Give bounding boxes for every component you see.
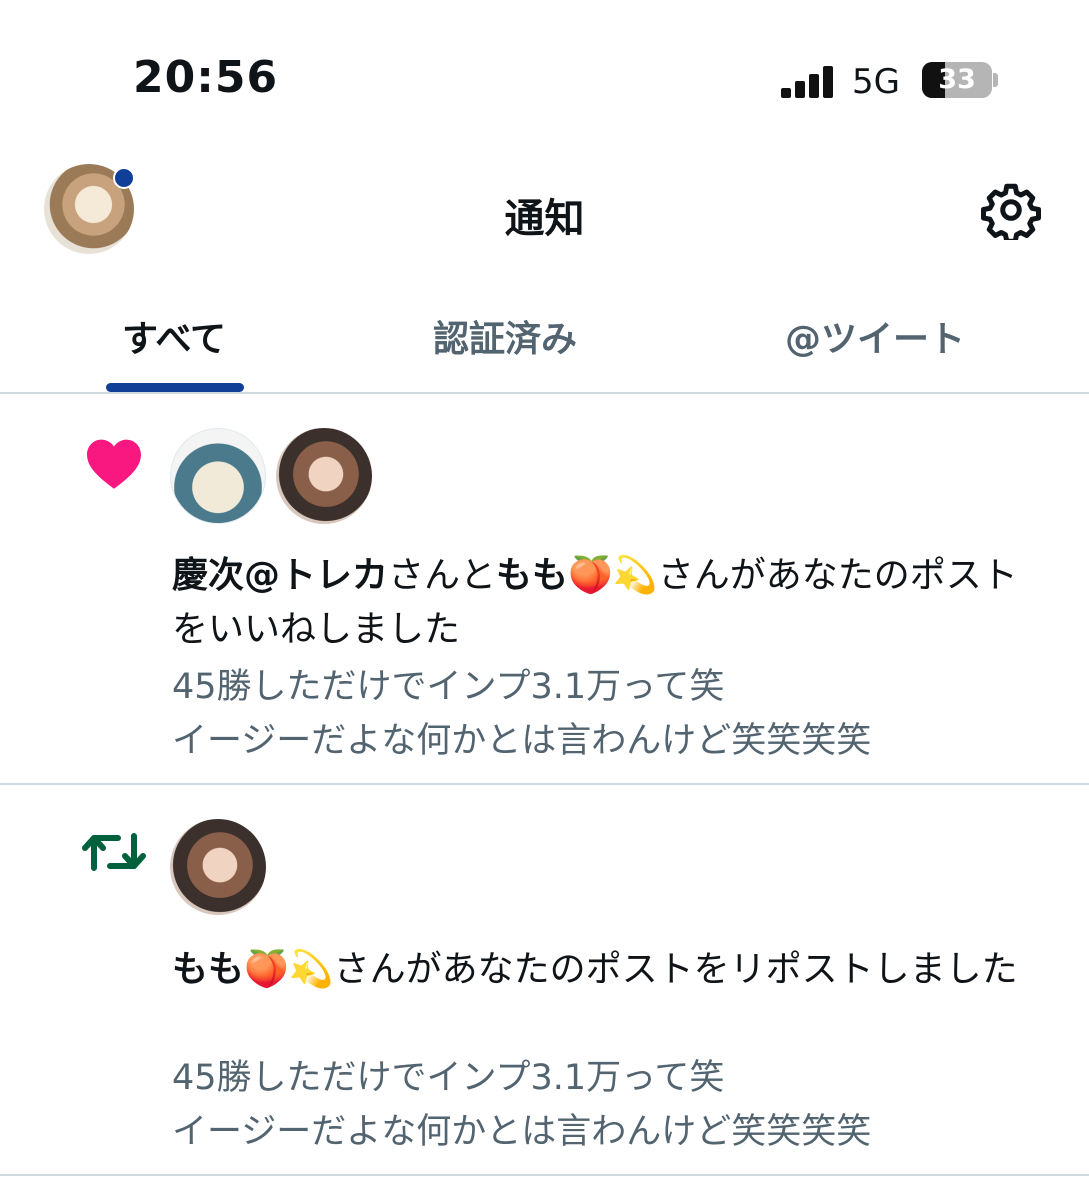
signal-strength-icon xyxy=(781,66,835,98)
status-time: 20:56 xyxy=(133,52,279,103)
notification-connector: さんと xyxy=(388,555,497,596)
post-preview[interactable]: 45勝しただけでインプ3.1万って笑 イージーだよな何かとは言わんけど笑笑笑笑 xyxy=(172,660,1052,768)
user-name[interactable]: 慶次@トレカ xyxy=(172,555,388,596)
tab-all[interactable]: すべて xyxy=(104,310,244,362)
notification-text: もも🍑💫さんがあなたのポストをリポストしました xyxy=(172,943,1052,997)
avatar[interactable] xyxy=(276,428,372,524)
post-line: イージーだよな何かとは言わんけど笑笑笑笑 xyxy=(172,1112,872,1152)
post-line: 45勝しただけでインプ3.1万って笑 xyxy=(172,1058,725,1098)
notification-text: 慶次@トレカさんともも🍑💫さんがあなたのポストをいいねしました xyxy=(172,549,1052,657)
user-name[interactable]: もも🍑💫 xyxy=(172,949,334,990)
divider xyxy=(0,1174,1089,1176)
network-type: 5G xyxy=(852,62,900,102)
post-line: 45勝しただけでインプ3.1万って笑 xyxy=(172,667,725,707)
tab-verified[interactable]: 認証済み xyxy=(410,310,600,362)
active-tab-indicator xyxy=(106,383,244,392)
avatar[interactable] xyxy=(170,428,266,524)
user-name[interactable]: もも🍑💫 xyxy=(496,555,658,596)
battery-level: 33 xyxy=(938,64,976,95)
repost-icon xyxy=(82,833,146,871)
notification-action: さんがあなたのポストをリポストしました xyxy=(333,949,1018,990)
heart-icon xyxy=(87,439,141,489)
settings-gear-icon[interactable] xyxy=(981,180,1041,240)
notification-repost[interactable]: もも🍑💫さんがあなたのポストをリポストしました 45勝しただけでインプ3.1万っ… xyxy=(0,785,1089,1174)
post-line: イージーだよな何かとは言わんけど笑笑笑笑 xyxy=(172,721,872,761)
notification-like[interactable]: 慶次@トレカさんともも🍑💫さんがあなたのポストをいいねしました 45勝しただけで… xyxy=(0,394,1089,783)
post-preview[interactable]: 45勝しただけでインプ3.1万って笑 イージーだよな何かとは言わんけど笑笑笑笑 xyxy=(172,1051,1052,1159)
page-title: 通知 xyxy=(504,196,585,242)
avatar[interactable] xyxy=(170,819,266,915)
battery-icon: 33 xyxy=(922,62,992,98)
tab-mentions[interactable]: @ツイート xyxy=(765,310,985,362)
battery-tip xyxy=(993,73,998,87)
